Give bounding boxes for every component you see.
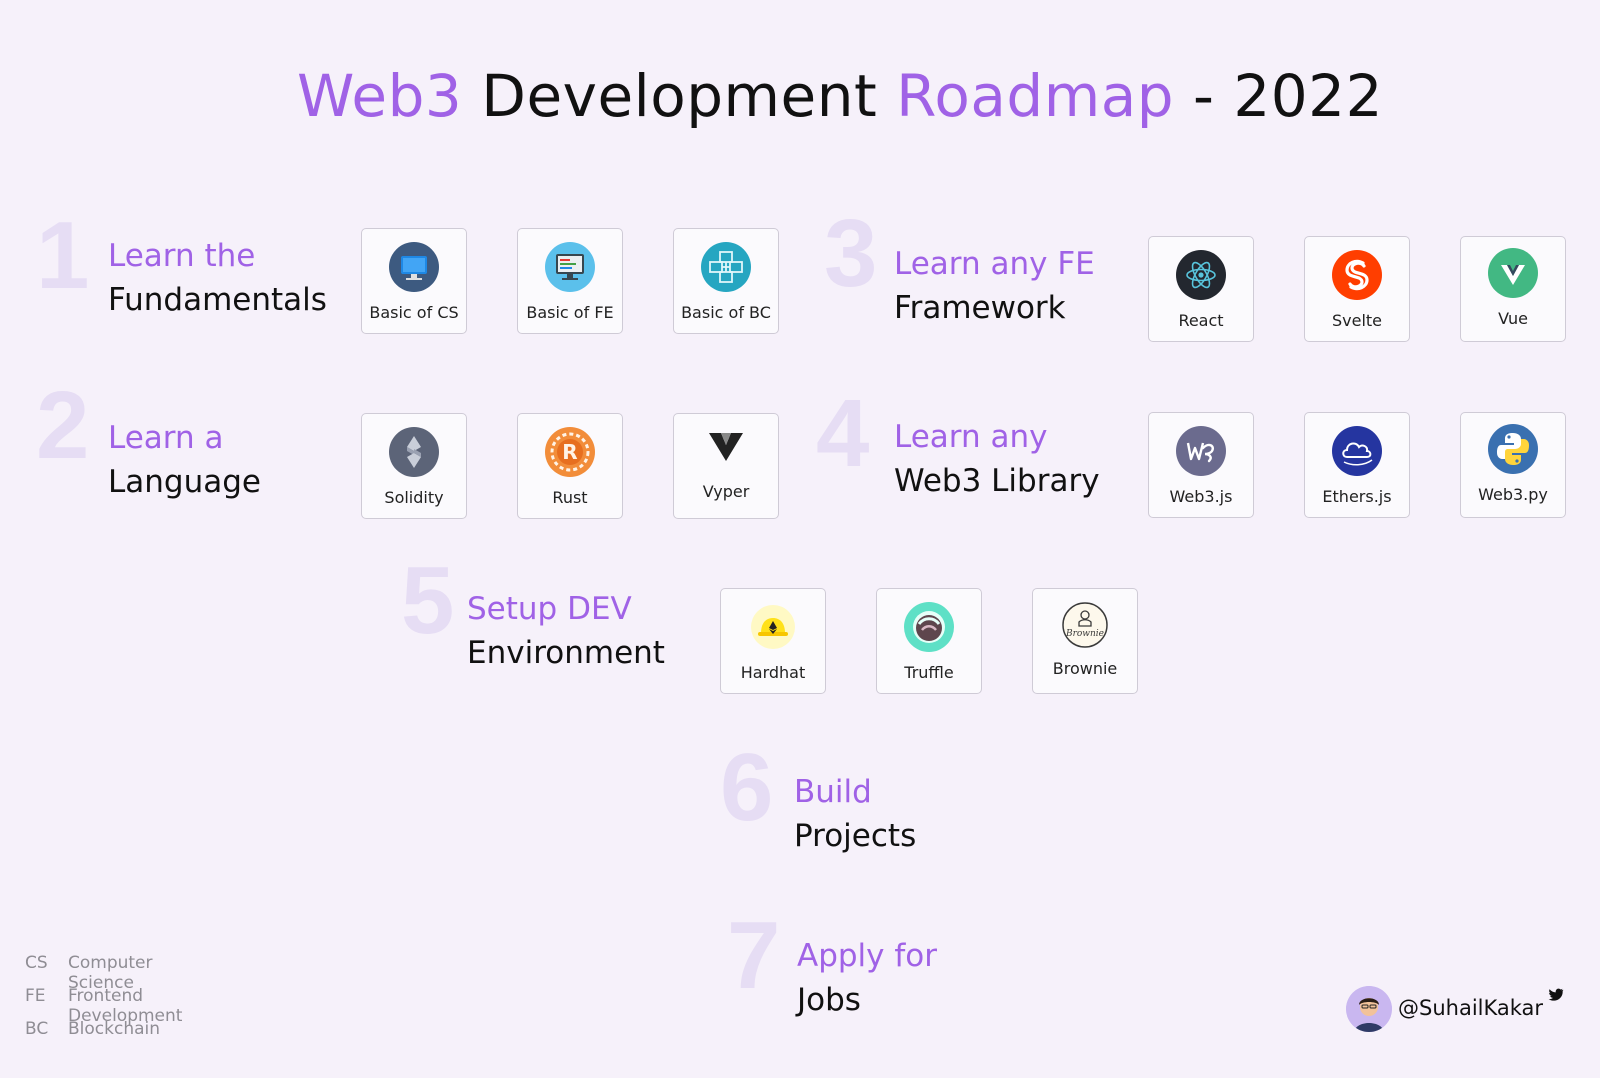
python-icon — [1488, 424, 1538, 474]
step-number: 5 — [401, 547, 455, 654]
step-subheading: Fundamentals — [108, 282, 327, 318]
card-hardhat[interactable]: Hardhat — [720, 588, 826, 694]
step-heading: Learn a — [108, 420, 224, 456]
step-heading: Learn any — [894, 419, 1048, 455]
step-heading: Learn the — [108, 238, 256, 274]
card-brownie[interactable]: Brownie Brownie — [1032, 588, 1138, 694]
card-label: Svelte — [1331, 311, 1383, 330]
step-subheading: Language — [108, 464, 261, 500]
truffle-icon — [904, 602, 954, 652]
card-svelte[interactable]: Svelte — [1304, 236, 1410, 342]
ethersjs-icon — [1332, 426, 1382, 476]
step-subheading: Projects — [794, 818, 917, 854]
card-basic-of-bc[interactable]: Basic of BC — [673, 228, 779, 334]
legend-abbr: CS — [25, 953, 48, 973]
card-label: Vue — [1498, 309, 1528, 328]
card-label: Basic of BC — [681, 303, 771, 322]
card-label: Vyper — [702, 482, 750, 501]
svelte-icon — [1332, 250, 1382, 300]
card-label: Solidity — [384, 488, 444, 507]
card-label: Rust — [552, 488, 588, 507]
card-label: Hardhat — [740, 663, 806, 682]
card-label: Web3.js — [1169, 487, 1233, 506]
step-subheading: Jobs — [797, 982, 861, 1018]
card-label: Brownie — [1052, 659, 1118, 678]
page-title: Web3 Development Roadmap - 2022 — [0, 62, 1600, 130]
step-number: 4 — [816, 380, 870, 487]
author-credit[interactable]: @SuhailKakar — [1346, 986, 1576, 1034]
card-truffle[interactable]: Truffle — [876, 588, 982, 694]
vyper-icon — [701, 421, 751, 471]
step-heading: Build — [794, 774, 872, 810]
title-web3: Web3 — [296, 62, 463, 130]
step-number: 1 — [36, 202, 90, 309]
card-react[interactable]: React — [1148, 236, 1254, 342]
step-number: 6 — [720, 734, 774, 841]
title-year: - 2022 — [1193, 62, 1383, 130]
step-number: 3 — [824, 200, 878, 307]
step-number: 2 — [36, 372, 90, 479]
brownie-icon: Brownie — [1060, 600, 1110, 650]
web3js-icon — [1176, 426, 1226, 476]
card-label: Ethers.js — [1322, 487, 1392, 506]
step-heading: Setup DEV — [467, 591, 632, 627]
card-solidity[interactable]: Solidity — [361, 413, 467, 519]
card-ethersjs[interactable]: Ethers.js — [1304, 412, 1410, 518]
card-label: Web3.py — [1478, 485, 1548, 504]
vue-icon — [1488, 248, 1538, 298]
solidity-icon — [389, 427, 439, 477]
title-roadmap: Roadmap — [896, 62, 1175, 130]
step-number: 7 — [727, 902, 781, 1009]
card-label: Truffle — [904, 663, 954, 682]
card-web3py[interactable]: Web3.py — [1460, 412, 1566, 518]
step-heading: Learn any FE — [894, 246, 1095, 282]
svg-text:R: R — [562, 440, 577, 464]
card-label: React — [1178, 311, 1224, 330]
monitor-icon — [389, 242, 439, 292]
legend-full: Blockchain — [68, 1019, 161, 1039]
legend-abbr: BC — [25, 1019, 49, 1039]
card-label: Basic of FE — [526, 303, 614, 322]
card-basic-of-cs[interactable]: Basic of CS — [361, 228, 467, 334]
avatar — [1346, 986, 1392, 1032]
card-vyper[interactable]: Vyper — [673, 413, 779, 519]
step-heading: Apply for — [797, 938, 937, 974]
card-web3js[interactable]: Web3.js — [1148, 412, 1254, 518]
hardhat-icon — [748, 602, 798, 652]
react-icon — [1176, 250, 1226, 300]
card-basic-of-fe[interactable]: Basic of FE — [517, 228, 623, 334]
card-label: Basic of CS — [369, 303, 459, 322]
twitter-icon — [1546, 986, 1564, 1004]
title-development: Development — [481, 62, 878, 130]
card-vue[interactable]: Vue — [1460, 236, 1566, 342]
legend-abbr: FE — [25, 986, 46, 1006]
svg-text:Brownie: Brownie — [1065, 629, 1104, 639]
step-subheading: Web3 Library — [894, 463, 1100, 499]
blockchain-cubes-icon — [701, 242, 751, 292]
card-rust[interactable]: R Rust — [517, 413, 623, 519]
step-subheading: Environment — [467, 635, 665, 671]
code-screen-icon — [545, 242, 595, 292]
step-subheading: Framework — [894, 290, 1066, 326]
author-handle: @SuhailKakar — [1398, 996, 1544, 1020]
rust-icon: R — [545, 427, 595, 477]
